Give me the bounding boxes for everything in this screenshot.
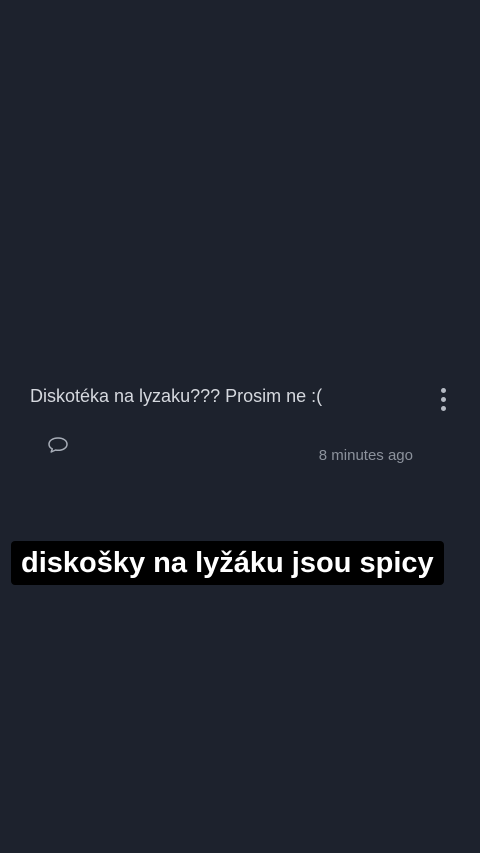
comment-icon[interactable] [46,434,70,456]
more-options-button[interactable] [430,384,456,414]
post-text: Diskotéka na lyzaku??? Prosim ne :( [30,386,323,406]
post-timestamp: 8 minutes ago [318,447,413,464]
more-vertical-icon [440,387,446,393]
more-vertical-icon-dot [440,405,446,411]
caption-overlay: diskošky na lyžáku jsou spicy [11,541,444,585]
post-card: Diskotéka na lyzaku??? Prosim ne :( 8 mi… [0,370,480,480]
more-vertical-icon-dot [440,396,446,402]
